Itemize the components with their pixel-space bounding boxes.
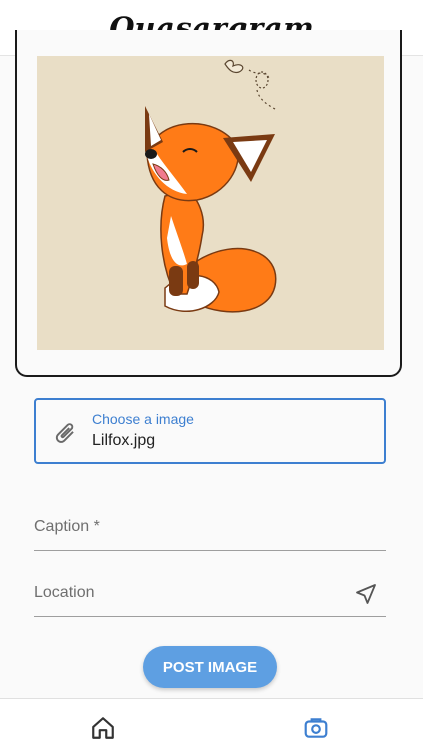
attachment-icon bbox=[52, 420, 78, 451]
location-arrow-icon[interactable] bbox=[354, 582, 378, 611]
file-picker-value: Lilfox.jpg bbox=[92, 432, 156, 449]
location-label: Location bbox=[34, 584, 95, 601]
home-icon[interactable] bbox=[88, 713, 118, 743]
camera-icon[interactable] bbox=[301, 713, 331, 743]
bottom-nav bbox=[0, 698, 423, 754]
caption-field[interactable]: Caption * bbox=[34, 510, 386, 551]
location-field[interactable]: Location bbox=[34, 576, 386, 617]
caption-label: Caption * bbox=[34, 518, 100, 535]
file-picker-label: Choose a image bbox=[92, 411, 194, 427]
photo-preview bbox=[37, 56, 384, 350]
image-file-picker[interactable]: Choose a image Lilfox.jpg bbox=[34, 398, 386, 464]
butterfly-icon bbox=[224, 59, 278, 111]
post-image-button[interactable]: POST IMAGE bbox=[143, 646, 277, 688]
